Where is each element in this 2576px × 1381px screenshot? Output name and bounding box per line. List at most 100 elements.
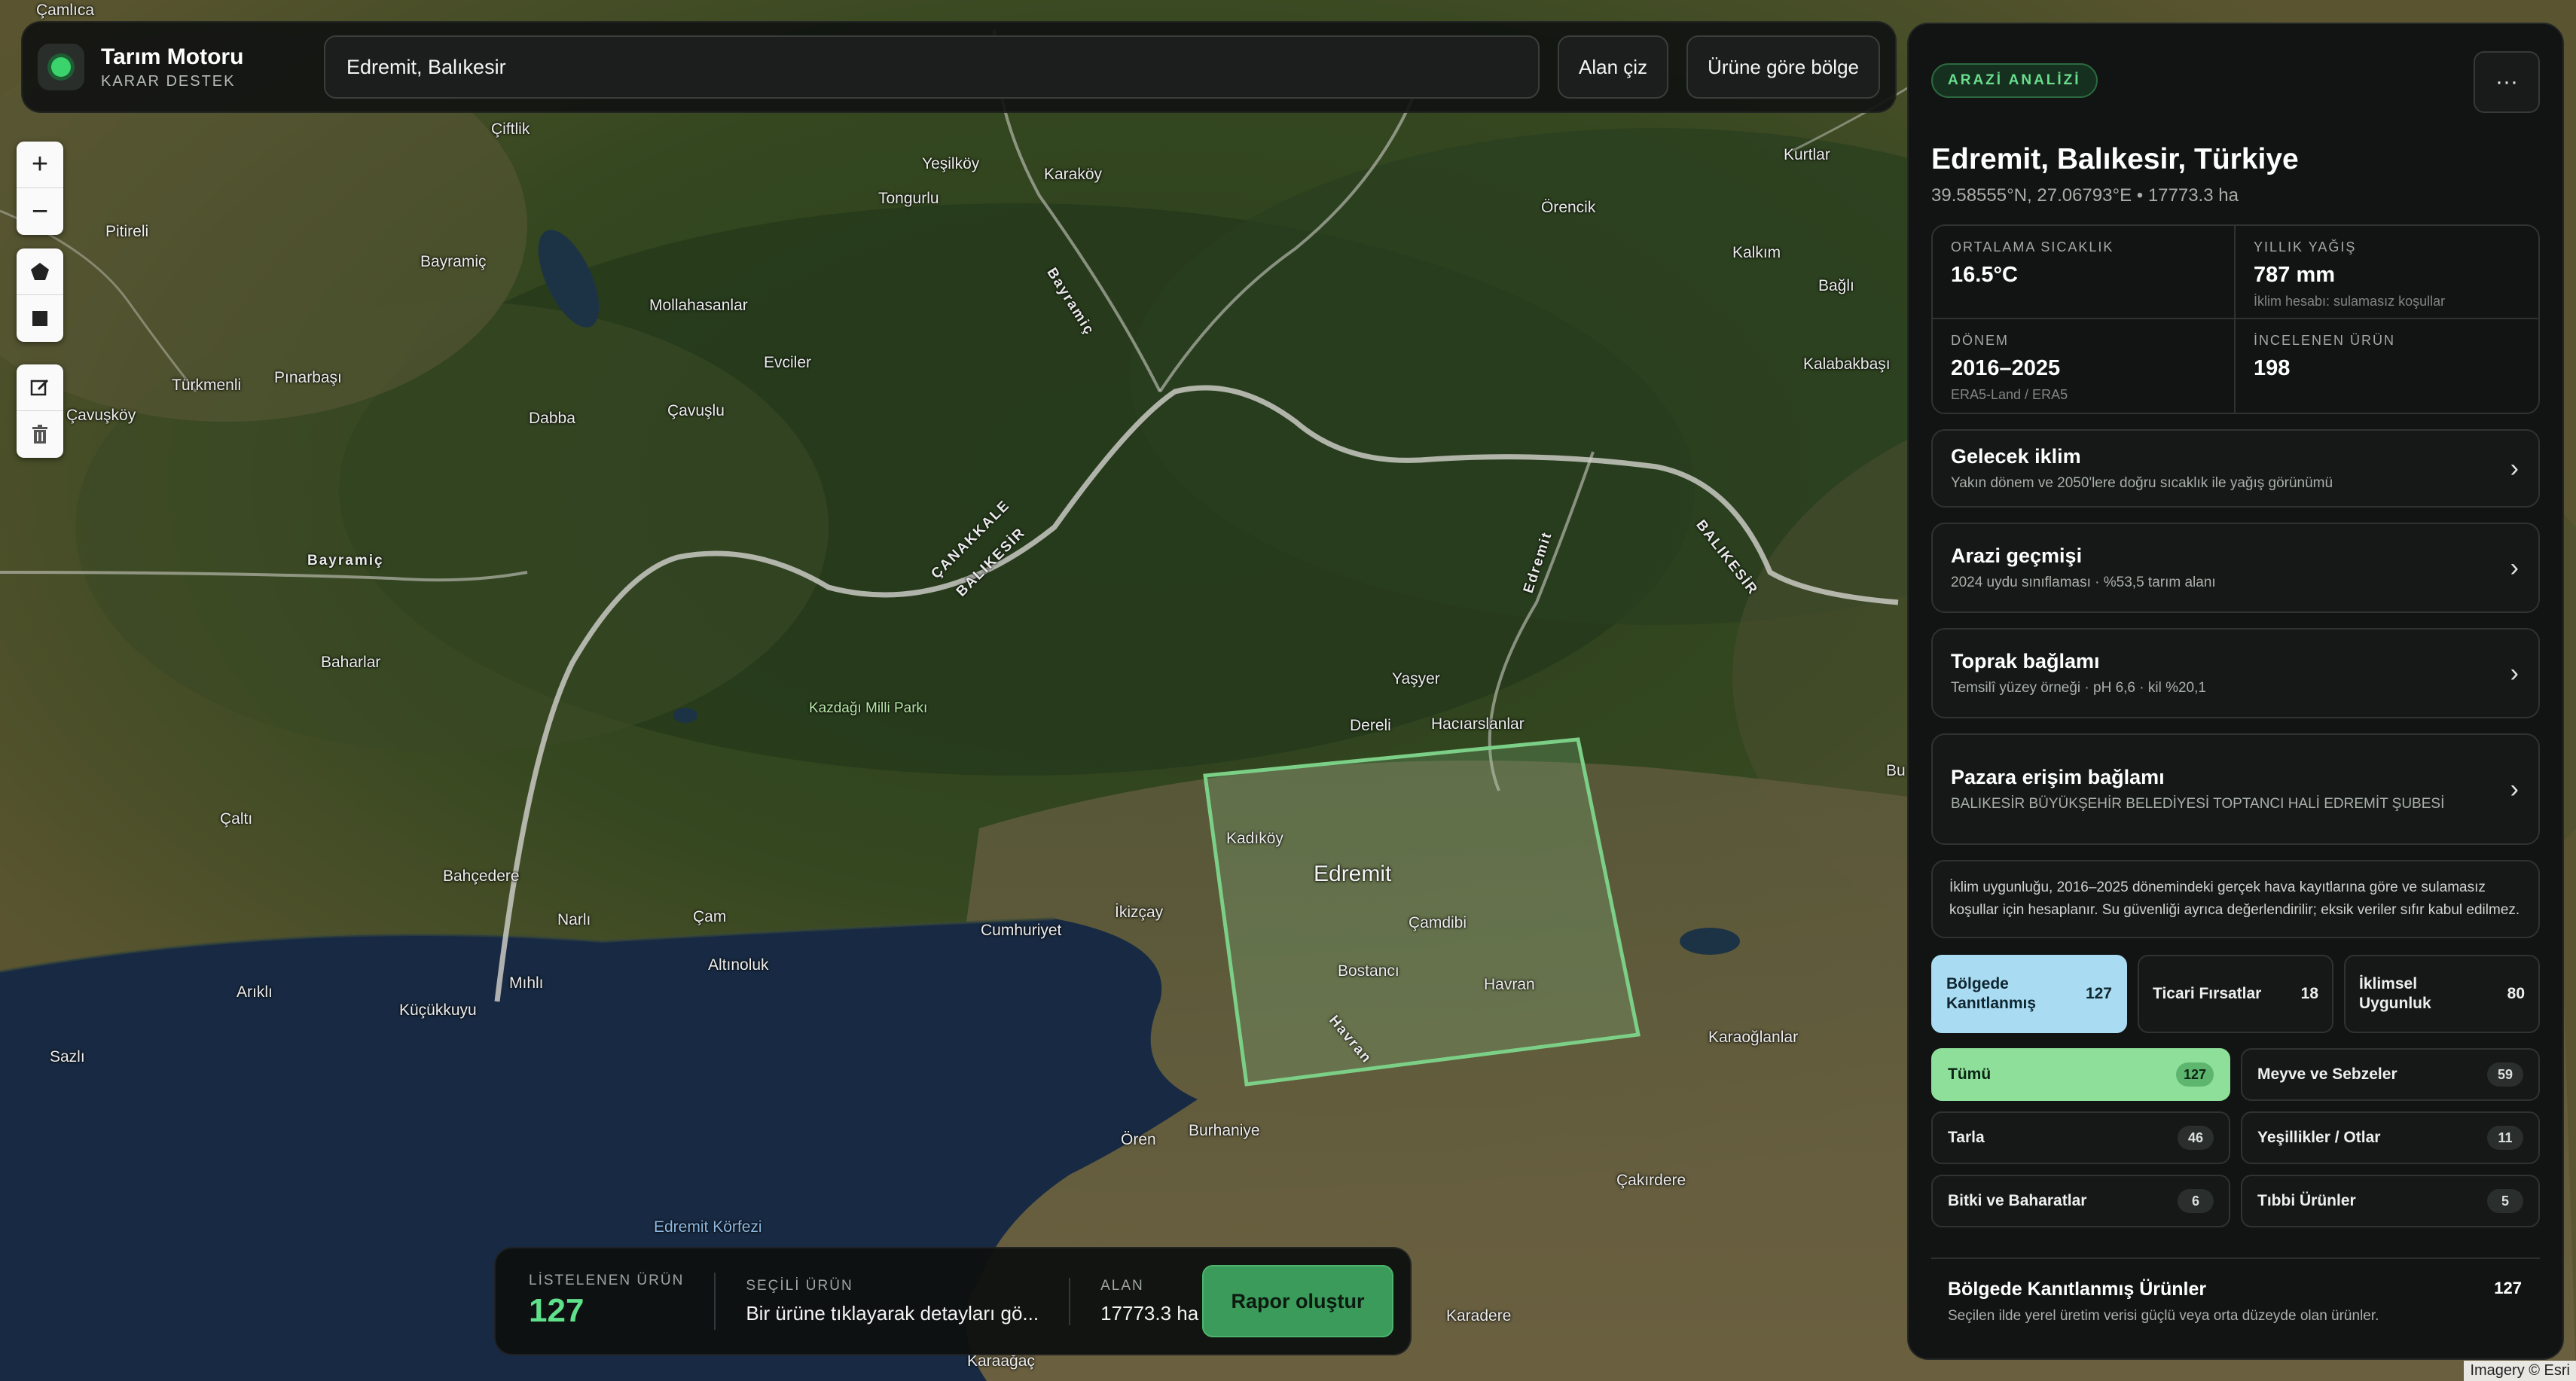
card-title: Toprak bağlamı (1951, 649, 2100, 672)
category-all[interactable]: Tümü 127 (1931, 1048, 2230, 1101)
place-label: Narlı (557, 911, 591, 928)
card-subtitle: BALIKESİR BÜYÜKŞEHİR BELEDİYESİ TOPTANCI… (1951, 795, 2445, 812)
card-subtitle: Yakın dönem ve 2050'lere doğru sıcaklık … (1951, 474, 2333, 491)
land-analysis-panel: ARAZİ ANALİZİ ··· Edremit, Balıkesir, Tü… (1907, 23, 2564, 1360)
trash-icon (32, 425, 47, 444)
listed-products-label: LİSTELENEN ÜRÜN (529, 1273, 685, 1288)
tab-count: 80 (2507, 985, 2525, 1002)
place-label: Karaoğlanlar (1708, 1029, 1799, 1046)
place-label: Türkmenli (172, 376, 242, 394)
place-label: Karaköy (1044, 166, 1103, 183)
stat-value: 787 mm (2254, 263, 2336, 287)
rectangle-icon (32, 311, 47, 326)
category-label: Bitki ve Baharatlar (1948, 1192, 2087, 1209)
delete-layers-button[interactable] (17, 411, 63, 458)
polygon-icon (31, 262, 49, 280)
market-access-card[interactable]: Pazara erişim bağlamı BALIKESİR BÜYÜKŞEH… (1931, 733, 2540, 845)
place-label: Kalabakbaşı (1803, 355, 1891, 373)
selected-product-label: SEÇİLİ ÜRÜN (746, 1277, 853, 1294)
brand: Tarım Motoru KARAR DESTEK (38, 44, 324, 90)
tab-proven-in-region[interactable]: Bölgede Kanıtlanmış 127 (1931, 955, 2127, 1033)
place-label: Altınoluk (708, 956, 769, 974)
location-title: Edremit, Balıkesir, Türkiye (1931, 143, 2299, 175)
map-attribution: Imagery © Esri (2464, 1361, 2576, 1381)
tab-label: Ticari Fırsatlar (2153, 985, 2262, 1002)
stat-label: ORTALAMA SICAKLIK (1951, 239, 2114, 255)
more-options-button[interactable]: ··· (2474, 51, 2540, 113)
category-label: Tümü (1948, 1065, 1992, 1083)
place-label: Burhaniye (1189, 1122, 1260, 1139)
category-count: 127 (2175, 1062, 2214, 1087)
location-search-input[interactable] (324, 35, 1540, 99)
place-label: Dereli (1350, 717, 1391, 734)
place-label: Çavuşköy (66, 407, 136, 424)
edit-layers-button[interactable] (17, 364, 63, 411)
create-report-button[interactable]: Rapor oluştur (1202, 1265, 1393, 1337)
place-label: Arıklı (237, 983, 273, 1001)
place-label: Örencik (1541, 199, 1596, 216)
category-medicinal[interactable]: Tıbbi Ürünler 5 (2241, 1175, 2540, 1227)
app-subtitle: KARAR DESTEK (101, 72, 236, 90)
place-label: Bağlı (1818, 277, 1854, 294)
area-value: 17773.3 ha (1100, 1301, 1199, 1325)
category-count: 11 (2487, 1126, 2523, 1150)
place-label: Kurtlar (1784, 146, 1830, 163)
edit-controls (17, 364, 63, 458)
category-label: Meyve ve Sebzeler (2257, 1065, 2397, 1083)
product-view-tabs: Bölgede Kanıtlanmış 127 Ticari Fırsatlar… (1931, 955, 2540, 1033)
category-fruits-vegetables[interactable]: Meyve ve Sebzeler 59 (2241, 1048, 2540, 1101)
stat-average-temperature: ORTALAMA SICAKLIK 16.5°C (1933, 226, 2236, 319)
tab-label: İklimsel Uygunluk (2359, 975, 2431, 1012)
region-by-product-button[interactable]: Ürüne göre bölge (1686, 35, 1880, 99)
land-history-card[interactable]: Arazi geçmişi 2024 uydu sınıflaması · %5… (1931, 523, 2540, 613)
stat-value: 198 (2254, 356, 2291, 380)
draw-controls (17, 248, 63, 342)
place-label: Mıhlı (509, 974, 544, 992)
tab-count: 127 (2085, 985, 2112, 1002)
place-label: Çiftlik (491, 120, 530, 138)
draw-rectangle-button[interactable] (17, 295, 63, 342)
place-label: Kalkım (1732, 244, 1781, 261)
category-count: 6 (2178, 1189, 2214, 1213)
category-count: 59 (2487, 1062, 2523, 1087)
place-label: Baharlar (321, 654, 381, 671)
area-label: ALAN (1100, 1277, 1144, 1294)
chevron-right-icon: › (2510, 553, 2519, 582)
place-label: İkizçay (1115, 904, 1164, 921)
category-field-crops[interactable]: Tarla 46 (1931, 1111, 2230, 1164)
draw-area-button[interactable]: Alan çiz (1558, 35, 1669, 99)
location-coordinates: 39.58555°N, 27.06793°E • 17773.3 ha (1931, 185, 2239, 206)
category-plants-spices[interactable]: Bitki ve Baharatlar 6 (1931, 1175, 2230, 1227)
app-logo-icon (38, 44, 84, 90)
stat-label: YILLIK YAĞIŞ (2254, 239, 2357, 255)
panel-badge: ARAZİ ANALİZİ (1931, 63, 2098, 98)
place-label: Yeşilköy (922, 155, 980, 172)
stat-note: ERA5-Land / ERA5 (1951, 387, 2068, 402)
place-label: Pitireli (105, 223, 149, 240)
top-bar: Tarım Motoru KARAR DESTEK Alan çiz Ürüne… (21, 21, 1897, 113)
tab-commercial-opportunities[interactable]: Ticari Fırsatlar 18 (2138, 955, 2333, 1033)
card-subtitle: Temsilî yüzey örneği · pH 6,6 · kil %20,… (1951, 679, 2206, 696)
bottom-summary-bar: LİSTELENEN ÜRÜN 127 SEÇİLİ ÜRÜN Bir ürün… (494, 1247, 1412, 1355)
tab-climate-suitability[interactable]: İklimsel Uygunluk 80 (2344, 955, 2540, 1033)
place-label: Hacıarslanlar (1431, 715, 1525, 733)
category-greens-herbs[interactable]: Yeşillikler / Otlar 11 (2241, 1111, 2540, 1164)
zoom-in-button[interactable]: + (17, 142, 63, 188)
climate-stats-grid: ORTALAMA SICAKLIK 16.5°C YILLIK YAĞIŞ 78… (1931, 224, 2540, 414)
draw-polygon-button[interactable] (17, 248, 63, 295)
soil-context-card[interactable]: Toprak bağlamı Temsilî yüzey örneği · pH… (1931, 628, 2540, 718)
category-filters: Tümü 127 Meyve ve Sebzeler 59 Tarla 46 Y… (1931, 1048, 2540, 1227)
chevron-right-icon: › (2510, 453, 2519, 483)
place-label: Küçükkuyu (399, 1001, 477, 1019)
stat-value: 2016–2025 (1951, 356, 2061, 380)
chevron-right-icon: › (2510, 774, 2519, 803)
park-label: Kazdağı Milli Parkı (809, 700, 928, 716)
selected-product-stat: SEÇİLİ ÜRÜN Bir ürüne tıklayarak detayla… (746, 1277, 1071, 1325)
category-count: 5 (2487, 1189, 2523, 1213)
zoom-out-button[interactable]: − (17, 188, 63, 235)
listed-products-value: 127 (529, 1292, 584, 1329)
summary-count: 127 (2494, 1279, 2522, 1297)
stat-value: 16.5°C (1951, 263, 2018, 287)
place-label: Çamlıca (36, 2, 95, 19)
future-climate-card[interactable]: Gelecek iklim Yakın dönem ve 2050'lere d… (1931, 429, 2540, 508)
